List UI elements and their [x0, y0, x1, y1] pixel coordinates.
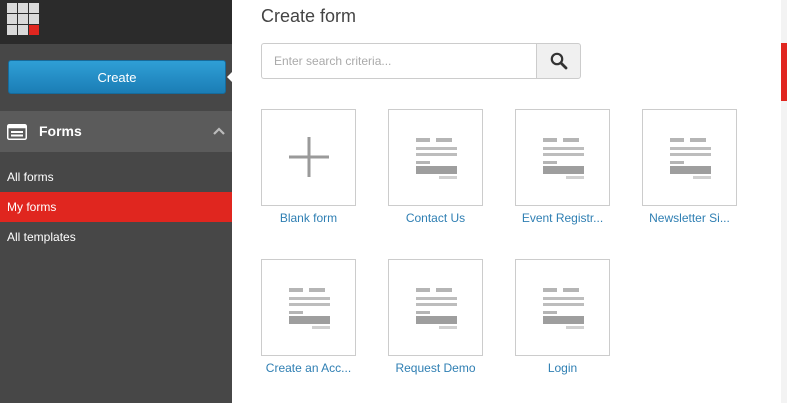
form-template-icon: [289, 288, 330, 329]
app-grid-logo[interactable]: [7, 3, 40, 36]
form-template-icon: [416, 288, 457, 329]
sidebar: Create Forms All forms My forms All temp…: [0, 0, 232, 403]
tile-thumbnail[interactable]: [642, 109, 737, 206]
sidebar-item-all-forms[interactable]: All forms: [0, 162, 232, 192]
sidebar-item-my-forms[interactable]: My forms: [0, 192, 232, 222]
tile-label[interactable]: Login: [495, 361, 630, 375]
forms-section-header[interactable]: Forms: [0, 111, 232, 152]
tile-thumbnail[interactable]: [515, 259, 610, 356]
chevron-up-icon[interactable]: [213, 126, 225, 136]
plus-icon: [289, 137, 329, 177]
page-title: Create form: [261, 6, 357, 26]
sidebar-item-all-templates[interactable]: All templates: [0, 222, 232, 252]
create-pointer: [227, 71, 233, 83]
search-button[interactable]: [536, 43, 581, 79]
logo-bar: [0, 0, 232, 44]
tile-label[interactable]: Event Registr...: [495, 211, 630, 225]
tile-label[interactable]: Contact Us: [368, 211, 503, 225]
tile-create-account[interactable]: Create an Acc...: [261, 259, 356, 375]
tile-thumbnail[interactable]: [388, 109, 483, 206]
tile-label[interactable]: Newsletter Si...: [622, 211, 757, 225]
tile-label[interactable]: Request Demo: [368, 361, 503, 375]
tile-contact-us[interactable]: Contact Us: [388, 109, 483, 225]
form-template-icon: [416, 138, 457, 179]
form-icon: [7, 124, 27, 140]
tile-blank-form[interactable]: Blank form: [261, 109, 356, 225]
tile-thumbnail[interactable]: [515, 109, 610, 206]
tile-label[interactable]: Create an Acc...: [241, 361, 376, 375]
search-bar: [261, 43, 581, 79]
tile-login[interactable]: Login: [515, 259, 610, 375]
forms-section-title: Forms: [39, 123, 82, 139]
form-template-icon: [543, 138, 584, 179]
create-button[interactable]: Create: [8, 60, 226, 94]
tile-thumbnail[interactable]: [261, 109, 356, 206]
form-template-icon: [543, 288, 584, 329]
tile-event-registration[interactable]: Event Registr...: [515, 109, 610, 225]
form-template-icon: [670, 138, 711, 179]
scrollbar-marker: [781, 43, 787, 101]
tile-label[interactable]: Blank form: [241, 211, 376, 225]
tile-newsletter-signup[interactable]: Newsletter Si...: [642, 109, 737, 225]
tile-request-demo[interactable]: Request Demo: [388, 259, 483, 375]
search-icon: [550, 52, 567, 70]
search-input[interactable]: [261, 43, 536, 79]
tile-thumbnail[interactable]: [261, 259, 356, 356]
tile-thumbnail[interactable]: [388, 259, 483, 356]
